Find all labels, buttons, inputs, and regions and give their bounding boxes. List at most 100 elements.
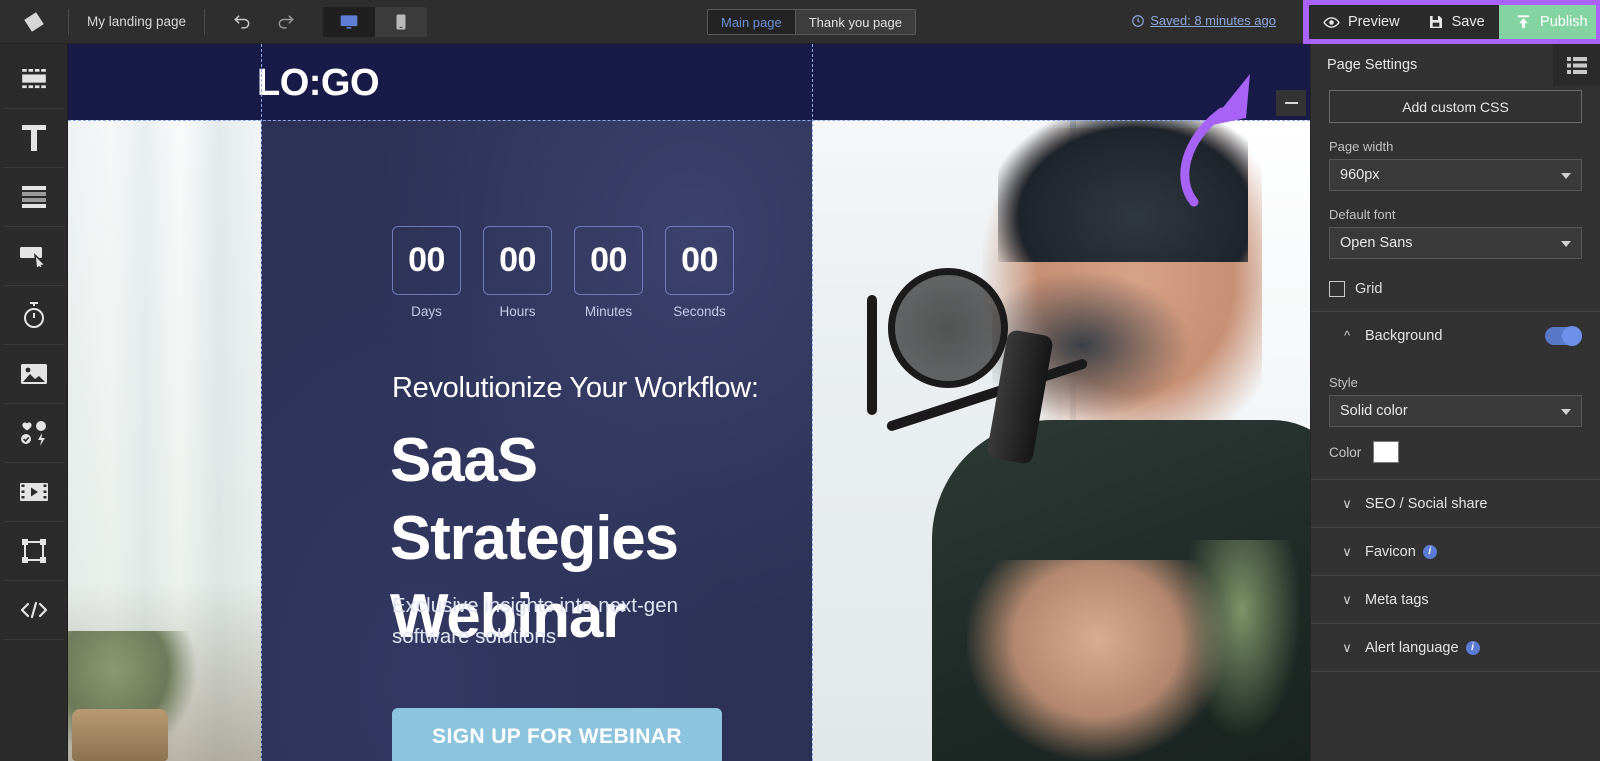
tab-thank-you-page[interactable]: Thank you page [794, 10, 915, 34]
countdown-label-minutes: Minutes [584, 304, 633, 319]
preview-label: Preview [1348, 14, 1400, 30]
page-width-select[interactable]: 960px [1329, 159, 1582, 191]
person-hair [998, 120, 1248, 262]
countdown-unit-seconds: 00 Seconds [665, 226, 734, 319]
video-icon[interactable] [3, 463, 64, 522]
image-icon[interactable] [3, 345, 64, 404]
countdown-value-seconds: 00 [665, 226, 734, 295]
background-label: Background [1365, 327, 1443, 344]
chevron-down-icon [1561, 173, 1571, 179]
countdown-timer[interactable]: 00 Days 00 Hours 00 Minutes 00 Seconds [392, 226, 734, 319]
background-color-swatch[interactable] [1373, 441, 1400, 463]
alert-language-label: Alert language [1365, 639, 1459, 656]
timer-icon[interactable] [3, 286, 64, 345]
button-icon[interactable] [3, 227, 64, 286]
meta-tags-label: Meta tags [1365, 591, 1429, 608]
background-toggle[interactable] [1545, 325, 1582, 346]
meta-tags-section[interactable]: ∨ Meta tags [1329, 576, 1582, 623]
plant-decoration-right [1182, 540, 1302, 740]
toggle-knob [1562, 325, 1582, 346]
panel-header: Page Settings [1311, 44, 1600, 86]
form-icon[interactable] [3, 168, 64, 227]
blocks-icon[interactable] [3, 50, 64, 109]
undo-redo-group [205, 11, 297, 33]
code-icon[interactable] [3, 581, 64, 640]
mic-stand [867, 295, 877, 415]
upload-arrow-icon [1517, 14, 1530, 28]
countdown-unit-minutes: 00 Minutes [574, 226, 643, 319]
background-style-value: Solid color [1340, 403, 1408, 419]
add-custom-css-button[interactable]: Add custom CSS [1329, 90, 1582, 123]
default-font-select[interactable]: Open Sans [1329, 227, 1582, 259]
chevron-up-icon: ^ [1343, 328, 1351, 343]
desktop-monitor-icon[interactable] [323, 6, 376, 37]
background-section-header[interactable]: ^ Background [1329, 312, 1582, 359]
hero-eyebrow[interactable]: Revolutionize Your Workflow: [392, 372, 759, 405]
grid-label: Grid [1355, 281, 1383, 297]
page-canvas[interactable]: 00 Days 00 Hours 00 Minutes 00 Seconds R… [68, 44, 1310, 761]
pop-filter [888, 268, 1008, 388]
panel-title: Page Settings [1327, 57, 1418, 73]
countdown-label-seconds: Seconds [673, 304, 726, 319]
left-toolbar [0, 44, 68, 761]
panel-body: Add custom CSS Page width 960px Default … [1311, 90, 1600, 672]
save-button[interactable]: Save [1414, 5, 1499, 39]
saved-status[interactable]: Saved: 8 minutes ago [1131, 13, 1276, 28]
hero-header-bar[interactable]: LO:GO [68, 44, 1310, 120]
chevron-down-icon [1561, 409, 1571, 415]
background-style-select[interactable]: Solid color [1329, 395, 1582, 427]
collapse-section-button[interactable] [1276, 90, 1306, 116]
redo-icon[interactable] [275, 11, 297, 33]
hero-subtitle[interactable]: Exclusive insights into next-gen softwar… [392, 590, 722, 652]
logo-text[interactable]: LO:GO [257, 62, 380, 105]
countdown-value-days: 00 [392, 226, 461, 295]
countdown-unit-days: 00 Days [392, 226, 461, 319]
page-tabs: Main page Thank you page [707, 9, 916, 35]
tab-main-page[interactable]: Main page [708, 10, 795, 34]
device-toggle-group [323, 6, 428, 37]
favicon-label: Favicon [1365, 543, 1416, 560]
guide-vertical-left [261, 44, 262, 761]
page-width-label: Page width [1329, 139, 1394, 154]
preview-button[interactable]: Preview [1309, 5, 1414, 39]
minus-collapse-icon [1284, 102, 1298, 104]
app-root: My landing page Main page Thank you page [0, 0, 1600, 761]
grid-checkbox[interactable] [1329, 281, 1345, 297]
grid-toggle-row[interactable]: Grid [1329, 281, 1582, 297]
page-name-label[interactable]: My landing page [69, 14, 204, 29]
chevron-down-icon: ∨ [1342, 639, 1352, 655]
divider [1311, 671, 1600, 672]
saved-status-label: Saved: 8 minutes ago [1150, 13, 1276, 28]
publish-button[interactable]: Publish [1498, 5, 1596, 39]
feather-logo-icon[interactable] [0, 0, 68, 44]
hero-center-column[interactable]: 00 Days 00 Hours 00 Minutes 00 Seconds R… [261, 120, 812, 761]
favicon-section[interactable]: ∨ Favicon i [1329, 528, 1582, 575]
color-label: Color [1329, 444, 1362, 460]
eye-icon [1323, 16, 1340, 28]
list-menu-icon[interactable] [1553, 44, 1600, 86]
style-label: Style [1329, 375, 1358, 390]
countdown-unit-hours: 00 Hours [483, 226, 552, 319]
clock-history-icon [1132, 14, 1145, 27]
countdown-value-minutes: 00 [574, 226, 643, 295]
top-toolbar: My landing page Main page Thank you page [0, 0, 1600, 44]
publish-label: Publish [1540, 14, 1588, 30]
actions-group: Preview Save Publish [1309, 5, 1596, 39]
page-width-value: 960px [1340, 167, 1380, 183]
social-icons-icon[interactable] [3, 404, 64, 463]
guide-vertical-right [812, 44, 813, 761]
save-label: Save [1451, 14, 1485, 30]
info-icon[interactable]: i [1465, 640, 1480, 655]
alert-language-section[interactable]: ∨ Alert language i [1329, 624, 1582, 671]
hero-photo-right [812, 120, 1310, 761]
default-font-value: Open Sans [1340, 235, 1413, 251]
seo-social-share-section[interactable]: ∨ SEO / Social share [1329, 480, 1582, 527]
shape-icon[interactable] [3, 522, 64, 581]
mobile-phone-icon[interactable] [375, 6, 428, 37]
signup-cta-button[interactable]: SIGN UP FOR WEBINAR [392, 708, 722, 761]
seo-social-share-label: SEO / Social share [1365, 495, 1488, 512]
text-icon[interactable] [3, 109, 64, 168]
page-settings-panel: Page Settings Add custom CSS Page width … [1310, 44, 1600, 761]
undo-icon[interactable] [231, 11, 253, 33]
info-icon[interactable]: i [1422, 544, 1437, 559]
